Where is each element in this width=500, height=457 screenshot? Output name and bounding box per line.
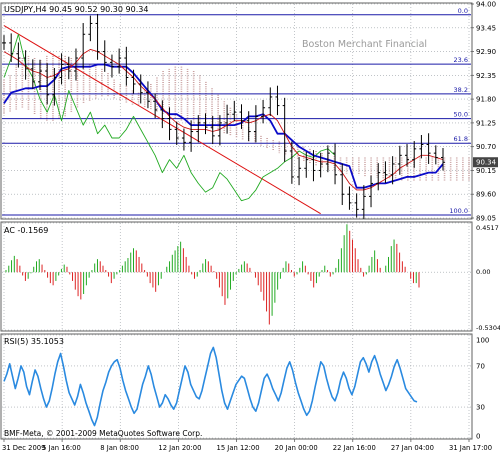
fib-level-label: 38.2 <box>454 86 468 94</box>
x-tick-label: 27 Jan 04:00 <box>391 444 434 452</box>
copyright-text: BMF-Meta, © 2001-2009 MetaQuotes Softwar… <box>4 429 202 438</box>
rsi-panel: 100 70 30 0 RSI(5) 35.1053 BMF-Meta, © 2001… <box>0 333 489 441</box>
ac-y-tick-label: -0.5304 <box>476 324 500 332</box>
price-y-tick-label: 91.80 <box>476 96 496 104</box>
chart-title: USDJPY,H4 90.45 90.52 90.30 90.34 <box>4 5 148 14</box>
x-tick-label: 5 Jan 16:00 <box>42 444 81 452</box>
ac-label: AC -0.1569 <box>4 226 48 235</box>
rsi-label: RSI(5) 35.1053 <box>4 337 64 346</box>
x-tick-label: 31 Dec 2009 <box>2 444 45 452</box>
x-tick-label: 12 Jan 20:00 <box>158 444 201 452</box>
current-price-label: 90.34 <box>476 159 497 167</box>
x-tick-label: 8 Jan 08:00 <box>100 444 139 452</box>
current-price-tag: 90.34 <box>473 157 498 168</box>
ac-panel: 0.4517 0.00 -0.5304 AC -0.1569 <box>0 221 500 332</box>
price-y-tick-label: 90.70 <box>476 143 496 151</box>
fib-level-label: 61.8 <box>454 135 468 143</box>
rsi-y-tick-label: 70 <box>476 362 485 370</box>
price-y-tick-label: 93.45 <box>476 24 496 32</box>
fib-level-label: 0.0 <box>458 7 468 15</box>
x-tick-label: 22 Jan 16:00 <box>333 444 376 452</box>
watermark-text: Boston Merchant Financial <box>302 39 427 50</box>
ac-y-tick-label: 0.00 <box>476 268 490 276</box>
price-y-tick-label: 91.25 <box>476 119 496 127</box>
price-y-tick-label: 89.05 <box>476 215 496 223</box>
rsi-y-tick-label: 30 <box>476 404 485 412</box>
price-y-tick-label: 92.35 <box>476 72 496 80</box>
ac-y-tick-label: 0.4517 <box>476 224 499 232</box>
chart-root: 0.0 23.6 38.2 50.0 61.8 100.0 94.00 93.45 92.90… <box>0 0 500 453</box>
price-panel: 0.0 23.6 38.2 50.0 61.8 100.0 94.00 93.45 92.90… <box>0 1 498 223</box>
chart-canvas: 0.0 23.6 38.2 50.0 61.8 100.0 94.00 93.45 92.90… <box>0 0 500 453</box>
fib-level-label: 50.0 <box>454 111 468 119</box>
price-y-tick-label: 89.60 <box>476 191 496 199</box>
fib-level-label: 23.6 <box>454 56 468 64</box>
price-y-tick-label: 90.15 <box>476 167 496 175</box>
fib-level-label: 100.0 <box>449 207 468 215</box>
price-y-tick-label: 94.00 <box>476 1 496 9</box>
rsi-y-tick-label: 100 <box>476 337 489 345</box>
price-y-tick-label: 92.90 <box>476 48 496 56</box>
x-tick-label: 31 Jan 17:00 <box>449 444 492 452</box>
x-tick-label: 20 Jan 00:00 <box>275 444 318 452</box>
rsi-y-tick-label: 0 <box>476 433 480 441</box>
x-tick-label: 15 Jan 12:00 <box>217 444 260 452</box>
